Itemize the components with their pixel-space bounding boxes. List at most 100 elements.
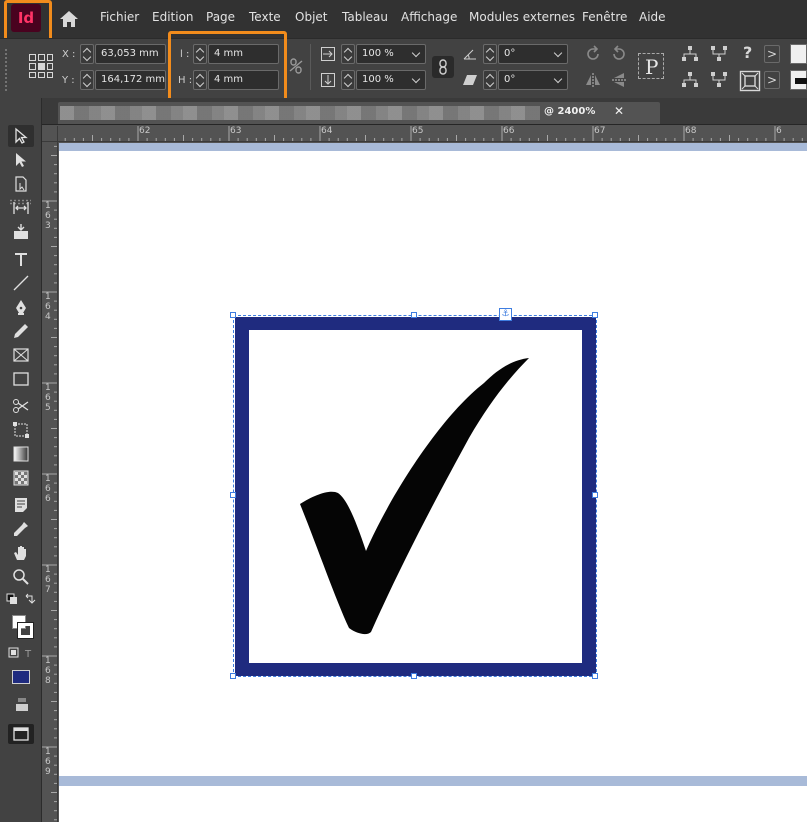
x-stepper[interactable] bbox=[80, 44, 94, 64]
scissors-tool[interactable] bbox=[8, 395, 34, 417]
rotate-counterclockwise-icon[interactable] bbox=[610, 45, 628, 63]
help-icon[interactable]: ? bbox=[743, 43, 752, 62]
type-tool[interactable] bbox=[8, 248, 34, 270]
ruler-v-label: 1 bbox=[45, 656, 51, 666]
stroke-swatch[interactable] bbox=[790, 70, 807, 90]
formatting-affects-container-icon[interactable]: T bbox=[8, 647, 36, 659]
apply-color-swatch[interactable] bbox=[12, 670, 30, 684]
fill-swatch[interactable] bbox=[790, 44, 807, 64]
selection-tool-icon bbox=[15, 127, 28, 144]
menu-tableau[interactable]: Tableau bbox=[342, 10, 388, 24]
ruler-v-label: 6 bbox=[45, 393, 51, 403]
rectangle-frame-tool[interactable] bbox=[8, 344, 34, 366]
y-stepper[interactable] bbox=[80, 70, 94, 90]
resize-handle-bottom-right[interactable] bbox=[592, 673, 598, 679]
menu-affichage[interactable]: Affichage bbox=[401, 10, 457, 24]
document-tab[interactable]: @ 2400% ✕ bbox=[58, 102, 660, 124]
gradient-swatch-tool[interactable] bbox=[8, 443, 34, 465]
flip-horizontal-icon[interactable] bbox=[584, 71, 602, 89]
anchor-icon[interactable]: ⚓ bbox=[499, 308, 512, 321]
note-tool[interactable] bbox=[8, 494, 34, 516]
selection-tool[interactable] bbox=[8, 125, 34, 147]
content-collector-tool[interactable] bbox=[8, 221, 34, 243]
width-field[interactable]: 4 mm bbox=[208, 44, 279, 64]
menu-modules-externes[interactable]: Modules externes bbox=[469, 10, 575, 24]
margin-guide-top bbox=[59, 143, 807, 151]
gradient-feather-tool-icon bbox=[13, 470, 29, 486]
hand-tool[interactable] bbox=[8, 542, 34, 564]
home-icon[interactable] bbox=[58, 9, 80, 29]
resize-handle-left[interactable] bbox=[230, 492, 236, 498]
zoom-tool[interactable] bbox=[8, 566, 34, 588]
select-content-icon[interactable] bbox=[709, 45, 729, 63]
resize-handle-top[interactable] bbox=[411, 312, 417, 318]
screen-mode-icon[interactable] bbox=[14, 698, 30, 712]
rectangle-tool-icon bbox=[13, 372, 29, 386]
height-field[interactable]: 4 mm bbox=[208, 70, 279, 90]
reference-point-icon[interactable] bbox=[28, 53, 54, 79]
resize-handle-right[interactable] bbox=[592, 492, 598, 498]
more-options-button[interactable]: > bbox=[764, 45, 780, 63]
select-next-object-icon[interactable] bbox=[709, 71, 729, 89]
width-label: l : bbox=[180, 49, 190, 60]
view-mode-button[interactable] bbox=[8, 724, 34, 744]
gradient-feather-tool[interactable] bbox=[8, 467, 34, 489]
width-stepper[interactable] bbox=[193, 44, 207, 64]
pen-tool[interactable] bbox=[8, 296, 34, 318]
type-tool-icon bbox=[15, 253, 27, 266]
rotation-stepper[interactable] bbox=[483, 44, 497, 64]
ruler-v-label: 6 bbox=[45, 494, 51, 504]
scale-x-stepper[interactable] bbox=[341, 44, 355, 64]
default-fill-stroke-icon[interactable] bbox=[6, 593, 36, 609]
height-stepper[interactable] bbox=[193, 70, 207, 90]
menu-aide[interactable]: Aide bbox=[639, 10, 666, 24]
menu-fichier[interactable]: Fichier bbox=[100, 10, 139, 24]
select-previous-object-icon[interactable] bbox=[680, 71, 700, 89]
constrain-proportions-icon[interactable] bbox=[289, 58, 303, 74]
flip-vertical-icon[interactable] bbox=[610, 71, 628, 89]
eyedropper-tool[interactable] bbox=[8, 518, 34, 540]
selection-bounding-box bbox=[233, 315, 597, 677]
select-container-icon[interactable] bbox=[680, 45, 700, 63]
rotation-indicator-glyph: P bbox=[645, 55, 659, 79]
page-tool[interactable] bbox=[8, 173, 34, 195]
fill-stroke-proxy[interactable] bbox=[12, 615, 34, 639]
gap-tool[interactable] bbox=[8, 197, 34, 219]
menu-page[interactable]: Page bbox=[206, 10, 235, 24]
close-tab-icon[interactable]: ✕ bbox=[614, 104, 624, 118]
ruler-v-label: 6 bbox=[45, 666, 51, 676]
resize-handle-bottom[interactable] bbox=[411, 673, 417, 679]
control-panel-grip[interactable] bbox=[4, 48, 8, 92]
resize-handle-bottom-left[interactable] bbox=[230, 673, 236, 679]
document-canvas[interactable]: ⚓ bbox=[59, 143, 807, 822]
menu-edition[interactable]: Edition bbox=[152, 10, 194, 24]
resize-handle-top-right[interactable] bbox=[592, 312, 598, 318]
rectangle-tool[interactable] bbox=[8, 368, 34, 390]
ruler-origin[interactable] bbox=[42, 126, 58, 142]
pencil-tool[interactable] bbox=[8, 320, 34, 342]
menu-fenetre[interactable]: Fenêtre bbox=[582, 10, 627, 24]
scale-y-stepper[interactable] bbox=[341, 70, 355, 90]
y-field[interactable]: 164,172 mm bbox=[95, 70, 166, 90]
direct-selection-tool[interactable] bbox=[8, 149, 34, 171]
pen-tool-icon bbox=[16, 300, 26, 315]
ruler-v-label: 1 bbox=[45, 565, 51, 575]
menu-objet[interactable]: Objet bbox=[295, 10, 327, 24]
vertical-ruler[interactable]: 163164165166167168169 bbox=[42, 142, 58, 822]
eyedropper-tool-icon bbox=[14, 522, 28, 536]
ruler-h-label: 6 bbox=[776, 126, 782, 136]
constrain-scale-button[interactable] bbox=[432, 56, 454, 78]
ruler-v-label: 1 bbox=[45, 292, 51, 302]
rotate-clockwise-icon[interactable] bbox=[584, 45, 602, 63]
shear-stepper[interactable] bbox=[483, 70, 497, 90]
horizontal-ruler[interactable]: 62 63 64 65 66 67 68 6 bbox=[58, 126, 807, 142]
free-transform-tool[interactable] bbox=[8, 419, 34, 441]
app-logo[interactable]: Id bbox=[11, 4, 41, 32]
line-tool[interactable] bbox=[8, 272, 34, 294]
x-field[interactable]: 63,053 mm bbox=[95, 44, 166, 64]
resize-handle-top-left[interactable] bbox=[230, 312, 236, 318]
note-tool-icon bbox=[15, 498, 27, 512]
menu-texte[interactable]: Texte bbox=[249, 10, 281, 24]
more-options-button-2[interactable]: > bbox=[764, 71, 780, 89]
fit-frame-icon[interactable] bbox=[739, 70, 761, 92]
